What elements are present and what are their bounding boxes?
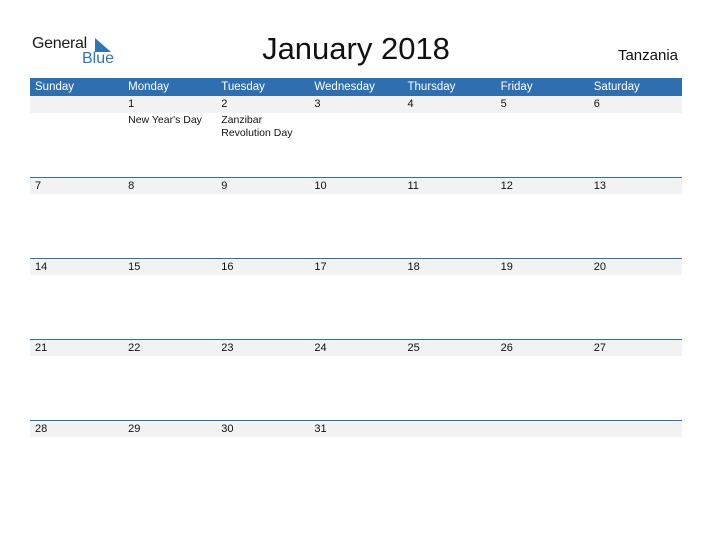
day-number: 27 bbox=[593, 342, 606, 354]
day-number: 10 bbox=[314, 180, 327, 192]
holiday-label bbox=[123, 275, 216, 276]
date-strip: 1 2 3 4 5 6 bbox=[30, 96, 682, 113]
holiday-label bbox=[216, 356, 309, 357]
day-number: 6 bbox=[593, 98, 600, 110]
events-row bbox=[30, 275, 682, 276]
holiday-label bbox=[403, 275, 496, 276]
holiday-label bbox=[589, 275, 682, 276]
holiday-label bbox=[589, 194, 682, 195]
day-number: 17 bbox=[314, 261, 327, 273]
holiday-label bbox=[309, 437, 402, 438]
day-number: 23 bbox=[221, 342, 234, 354]
day-number: 12 bbox=[500, 180, 513, 192]
holiday-label bbox=[309, 113, 402, 140]
weekday-sunday: Sunday bbox=[35, 81, 75, 93]
day-number: 4 bbox=[407, 98, 414, 110]
holiday-label bbox=[123, 194, 216, 195]
events-row bbox=[30, 356, 682, 357]
holiday-label bbox=[30, 356, 123, 357]
holiday-label bbox=[496, 275, 589, 276]
holiday-label bbox=[216, 194, 309, 195]
holiday-label bbox=[123, 437, 216, 438]
week-row: 14 15 16 17 18 19 20 bbox=[30, 258, 682, 276]
holiday-label bbox=[309, 356, 402, 357]
week-row: 28 29 30 31 bbox=[30, 420, 682, 438]
holiday-label bbox=[589, 356, 682, 357]
holiday-label bbox=[30, 275, 123, 276]
country-label: Tanzania bbox=[617, 47, 678, 64]
holiday-label bbox=[30, 194, 123, 195]
day-number: 30 bbox=[221, 423, 234, 435]
day-number: 28 bbox=[35, 423, 48, 435]
day-number: 21 bbox=[35, 342, 48, 354]
weekday-monday: Monday bbox=[128, 81, 170, 93]
day-number bbox=[589, 421, 682, 437]
holiday-label bbox=[403, 437, 496, 438]
holiday-label bbox=[496, 437, 589, 438]
holiday-label bbox=[403, 113, 496, 140]
holiday-label bbox=[30, 437, 123, 438]
holiday-label: Zanzibar Revolution Day bbox=[221, 114, 293, 139]
day-number: 14 bbox=[35, 261, 48, 273]
day-number: 26 bbox=[500, 342, 513, 354]
day-number: 2 bbox=[221, 98, 228, 110]
day-number: 15 bbox=[128, 261, 141, 273]
holiday-label bbox=[309, 194, 402, 195]
week-row: 1 2 3 4 5 6 New Year's Day Zanzibar Revolution … bbox=[30, 96, 682, 140]
day-number: 13 bbox=[593, 180, 606, 192]
events-row bbox=[30, 194, 682, 195]
holiday-label bbox=[30, 113, 123, 140]
day-number: 7 bbox=[35, 180, 42, 192]
holiday-label bbox=[309, 275, 402, 276]
weekday-thursday: Thursday bbox=[407, 81, 456, 93]
weekday-tuesday: Tuesday bbox=[221, 81, 265, 93]
weekday-saturday: Saturday bbox=[593, 81, 640, 93]
date-strip: 14 15 16 17 18 19 20 bbox=[30, 258, 682, 275]
holiday-label bbox=[403, 194, 496, 195]
holiday-label bbox=[496, 194, 589, 195]
day-number: 19 bbox=[500, 261, 513, 273]
day-number: 24 bbox=[314, 342, 327, 354]
day-number: 5 bbox=[500, 98, 507, 110]
day-number: 25 bbox=[407, 342, 420, 354]
holiday-label bbox=[496, 356, 589, 357]
calendar-grid: Sunday Monday Tuesday Wednesday Thursday… bbox=[30, 78, 682, 437]
day-number: 3 bbox=[314, 98, 321, 110]
weekday-wednesday: Wednesday bbox=[314, 81, 375, 93]
events-row bbox=[30, 437, 682, 438]
date-strip: 21 22 23 24 25 26 27 bbox=[30, 339, 682, 356]
day-number: 11 bbox=[407, 180, 419, 192]
day-number bbox=[496, 421, 589, 437]
day-number bbox=[30, 96, 123, 113]
day-number: 16 bbox=[221, 261, 234, 273]
day-number: 29 bbox=[128, 423, 141, 435]
day-number: 31 bbox=[314, 423, 327, 435]
events-row: New Year's Day Zanzibar Revolution Day bbox=[30, 113, 682, 140]
holiday-label bbox=[589, 437, 682, 438]
week-row: 7 8 9 10 11 12 13 bbox=[30, 177, 682, 195]
holiday-label bbox=[403, 356, 496, 357]
holiday-label bbox=[216, 275, 309, 276]
date-strip: 7 8 9 10 11 12 13 bbox=[30, 177, 682, 194]
day-number bbox=[403, 421, 496, 437]
holiday-label bbox=[496, 113, 589, 140]
holiday-label bbox=[123, 356, 216, 357]
day-number: 22 bbox=[128, 342, 141, 354]
holiday-label: New Year's Day bbox=[128, 114, 202, 126]
day-number: 20 bbox=[593, 261, 606, 273]
day-number: 18 bbox=[407, 261, 420, 273]
weekday-friday: Friday bbox=[500, 81, 533, 93]
day-number: 8 bbox=[128, 180, 135, 192]
day-number: 1 bbox=[128, 98, 135, 110]
holiday-label bbox=[589, 113, 682, 140]
calendar-title: January 2018 bbox=[262, 31, 450, 66]
day-number: 9 bbox=[221, 180, 228, 192]
week-row: 21 22 23 24 25 26 27 bbox=[30, 339, 682, 357]
weekday-header: Sunday Monday Tuesday Wednesday Thursday… bbox=[30, 78, 682, 96]
holiday-label bbox=[216, 437, 309, 438]
date-strip: 28 29 30 31 bbox=[30, 420, 682, 437]
